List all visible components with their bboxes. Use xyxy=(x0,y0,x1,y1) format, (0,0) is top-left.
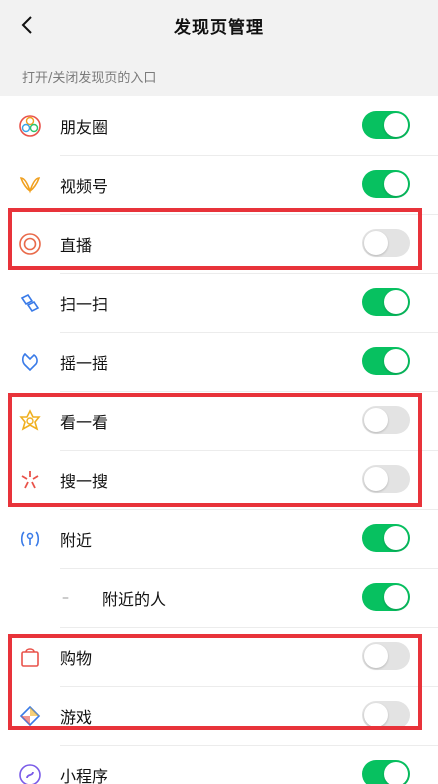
top-stories-icon xyxy=(0,408,60,433)
row-live: 直播 xyxy=(0,214,438,273)
people-nearby-toggle[interactable] xyxy=(362,583,410,611)
games-icon xyxy=(0,704,60,728)
shake-toggle[interactable] xyxy=(362,347,410,375)
row-shake: 摇一摇 xyxy=(0,332,438,391)
page-title: 发现页管理 xyxy=(174,17,264,38)
mini-programs-icon xyxy=(0,763,60,784)
nearby-toggle[interactable] xyxy=(362,524,410,552)
row-scan: 扫一扫 xyxy=(0,273,438,332)
moments-icon xyxy=(0,114,60,138)
search-icon xyxy=(0,468,60,492)
scan-toggle[interactable] xyxy=(362,288,410,316)
search-toggle[interactable] xyxy=(362,465,410,493)
sub-item-dash: – xyxy=(62,589,69,606)
row-moments: 朋友圈 xyxy=(0,96,438,155)
row-shopping: 购物 xyxy=(0,627,438,686)
row-people-nearby: – 附近的人 xyxy=(0,568,438,627)
live-icon xyxy=(0,232,60,256)
settings-list: 朋友圈 视频号 直播 扫一扫 摇一摇 看一看 搜一搜 附近 – 附近的人 购物 … xyxy=(0,96,438,784)
section-label: 打开/关闭发现页的入口 xyxy=(22,70,157,86)
channels-toggle[interactable] xyxy=(362,170,410,198)
nav-bar: 发现页管理 xyxy=(0,0,438,50)
live-toggle[interactable] xyxy=(362,229,410,257)
moments-toggle[interactable] xyxy=(362,111,410,139)
top-stories-toggle[interactable] xyxy=(362,406,410,434)
shopping-toggle[interactable] xyxy=(362,642,410,670)
row-top-stories: 看一看 xyxy=(0,391,438,450)
games-toggle[interactable] xyxy=(362,701,410,729)
row-games: 游戏 xyxy=(0,686,438,745)
row-nearby: 附近 xyxy=(0,509,438,568)
shopping-bag-icon xyxy=(0,645,60,669)
nearby-icon xyxy=(0,527,60,551)
row-mini-programs: 小程序 xyxy=(0,745,438,784)
mini-programs-toggle[interactable] xyxy=(362,760,410,784)
row-channels: 视频号 xyxy=(0,155,438,214)
row-search: 搜一搜 xyxy=(0,450,438,509)
shake-icon xyxy=(0,350,60,374)
back-arrow-icon[interactable] xyxy=(14,10,44,40)
scan-icon xyxy=(0,291,60,315)
channels-icon xyxy=(0,173,60,197)
